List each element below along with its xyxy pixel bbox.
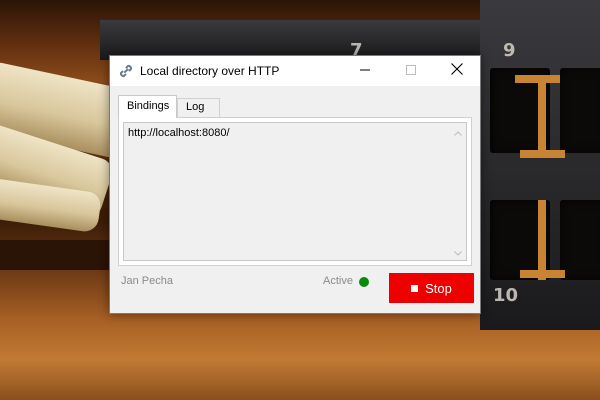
close-button[interactable] [434,56,480,86]
stop-button[interactable]: Stop [389,273,474,303]
maximize-icon [406,62,416,80]
maximize-button[interactable] [388,56,434,86]
status-indicator [359,277,369,287]
tab-log[interactable]: Log [177,98,220,117]
stop-icon [411,284,419,292]
window-title: Local directory over HTTP [140,64,280,78]
title-bar[interactable]: Local directory over HTTP [110,56,480,86]
close-icon [451,62,463,80]
author-label: Jan Pecha [121,275,173,287]
stop-button-label: Stop [425,280,452,296]
chevron-up-icon [453,123,462,141]
port-number-10: 10 [493,285,519,306]
bindings-scrollbar[interactable] [449,123,466,260]
bindings-text: http://localhost:8080/ [128,127,230,139]
bindings-textarea[interactable]: http://localhost:8080/ [123,122,467,261]
link-icon [118,63,134,79]
chevron-down-icon [453,243,462,261]
port-number-9: 9 [503,40,516,61]
tab-bindings[interactable]: Bindings [118,95,177,118]
minimize-icon [360,62,370,80]
bindings-panel: http://localhost:8080/ [118,117,472,266]
status-label: Active [323,275,353,287]
tab-strip: Bindings Log [118,95,478,118]
minimize-button[interactable] [342,56,388,86]
scroll-up-button[interactable] [449,123,466,140]
scroll-down-button[interactable] [449,243,466,260]
app-window: Local directory over HTTP Bindings Log h… [109,55,481,314]
